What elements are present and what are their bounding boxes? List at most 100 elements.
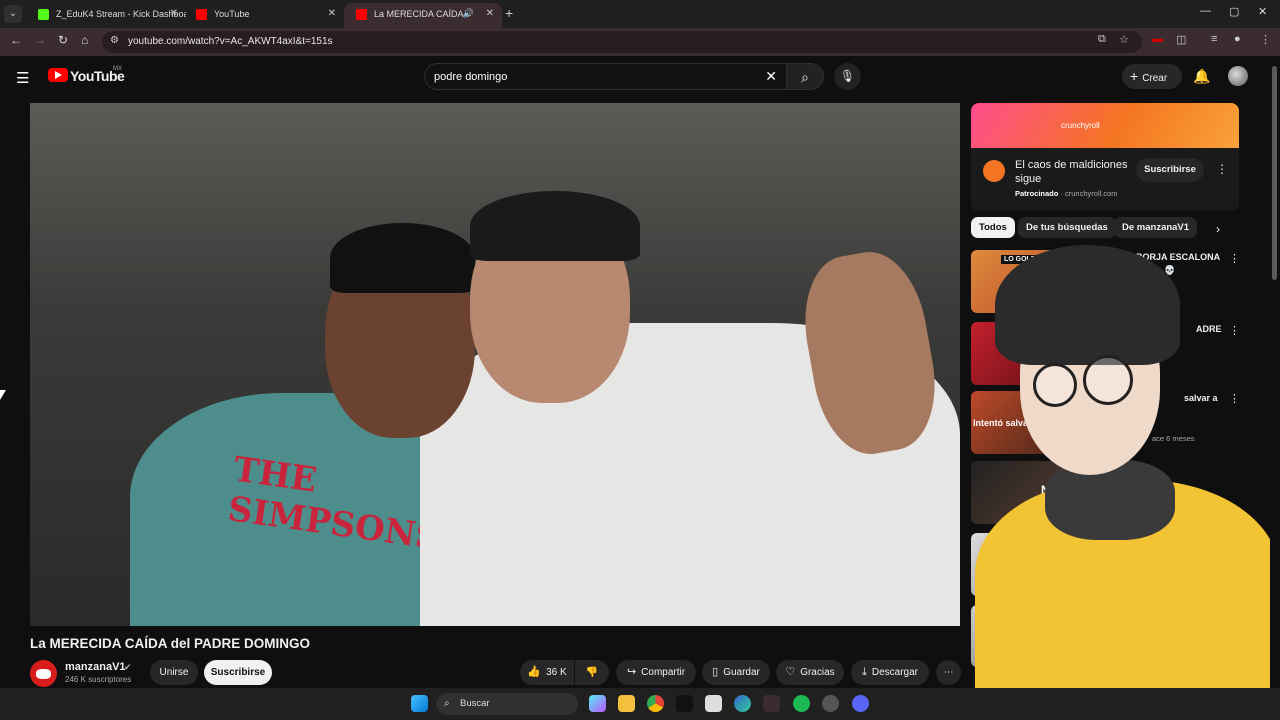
video-frame: THE SIMPSONS	[30, 103, 960, 626]
browser-tab-kick[interactable]: Z_EduK4 Stream - Kick Dashboa ✕	[26, 3, 186, 28]
more-options-icon[interactable]: ⋮	[1216, 162, 1228, 176]
windows-start-icon[interactable]	[411, 695, 428, 712]
ad-card: El caos de maldiciones sigue Patrocinado…	[971, 148, 1239, 211]
youtube-favicon-icon	[356, 9, 367, 20]
create-label: Crear	[1142, 73, 1168, 84]
obs-icon[interactable]	[822, 695, 839, 712]
reload-icon[interactable]: ↻	[58, 33, 68, 47]
tiktok-icon[interactable]	[676, 695, 693, 712]
thumbs-up-icon: 👍	[527, 666, 542, 678]
vtuber-glasses-left	[1033, 363, 1077, 407]
share-button[interactable]: ↪ Compartir	[616, 660, 696, 685]
discord-icon[interactable]	[852, 695, 869, 712]
crunchyroll-logo-icon[interactable]	[983, 160, 1005, 182]
video-player[interactable]: THE SIMPSONS	[30, 103, 960, 626]
browser-toolbar: ← → ↻ ⌂ ⚙ youtube.com/watch?v=Ac_AKWT4ax…	[0, 28, 1280, 56]
account-avatar[interactable]	[1228, 66, 1248, 86]
tab-title: La MERECIDA CAÍDA del PA	[374, 9, 469, 19]
extension-icon[interactable]: ▬	[1152, 33, 1163, 45]
thanks-label: Gracias	[800, 667, 835, 678]
taskbar-search[interactable]: ⌕ Buscar	[436, 693, 578, 715]
dislike-button[interactable]: 👎	[575, 660, 609, 685]
download-button[interactable]: ⤓ Descargar	[851, 660, 929, 685]
audio-playing-icon[interactable]: 🔊	[463, 8, 474, 19]
chrome-menu-icon[interactable]: ⋮	[1260, 33, 1271, 46]
ad-brand: crunchyroll	[1061, 121, 1100, 130]
close-icon[interactable]: ✕	[486, 8, 494, 19]
close-icon[interactable]: ✕	[170, 8, 178, 19]
spotify-icon[interactable]	[793, 695, 810, 712]
clear-search-icon[interactable]: ✕	[765, 68, 777, 85]
video-person-right-hair	[470, 191, 640, 261]
youtube-header: ☰ YouTube MX podre domingo ✕ ⌕ 🎙 + Crear …	[0, 56, 1270, 98]
voice-search-button[interactable]: 🎙	[834, 63, 861, 90]
chip-from-channel[interactable]: De manzanaV1	[1114, 217, 1198, 238]
url-text: youtube.com/watch?v=Ac_AKWT4axI&t=151s	[128, 36, 333, 47]
minimize-button[interactable]: —	[1200, 5, 1211, 17]
search-input[interactable]: podre domingo ✕	[424, 63, 788, 90]
youtube-favicon-icon	[196, 9, 207, 20]
notifications-bell-icon[interactable]: 🔔	[1193, 68, 1210, 85]
menu-icon[interactable]: ☰	[16, 69, 29, 87]
close-icon[interactable]: ✕	[328, 8, 336, 19]
app-icon[interactable]	[705, 695, 722, 712]
chip-from-searches[interactable]: De tus búsquedas	[1018, 217, 1116, 238]
subscriber-count: 246 K suscriptores	[65, 675, 132, 684]
more-actions-button[interactable]: ⋯	[936, 660, 961, 685]
kick-favicon-icon	[38, 9, 49, 20]
address-bar[interactable]: ⚙ youtube.com/watch?v=Ac_AKWT4axI&t=151s	[102, 31, 1142, 53]
download-icon: ⤓	[861, 666, 867, 678]
media-control-icon[interactable]: ≡	[1211, 33, 1217, 45]
share-icon: ↪	[626, 666, 637, 678]
vtuber-glasses-right	[1083, 355, 1133, 405]
windows-taskbar: ⌕ Buscar	[0, 688, 1280, 720]
subscribe-button[interactable]: Suscribirse	[204, 660, 272, 685]
country-code: MX	[113, 66, 122, 72]
download-label: Descargar	[871, 667, 918, 678]
youtube-logo-icon[interactable]	[48, 68, 68, 82]
tab-search-button[interactable]: ⌄	[4, 5, 22, 23]
maximize-button[interactable]: ▢	[1229, 5, 1239, 18]
save-button[interactable]: ▯ Guardar	[702, 660, 770, 685]
install-app-icon[interactable]: ⧉	[1098, 33, 1106, 46]
ad-banner[interactable]: crunchyroll	[971, 103, 1239, 148]
app-icon[interactable]	[763, 695, 780, 712]
extensions-puzzle-icon[interactable]: ◫	[1176, 33, 1186, 46]
thanks-button[interactable]: ♡ Gracias	[776, 660, 844, 685]
bookmark-star-icon[interactable]: ☆	[1119, 33, 1129, 46]
new-tab-button[interactable]: +	[505, 5, 513, 21]
file-explorer-icon[interactable]	[618, 695, 635, 712]
thumbs-down-icon: 👎	[585, 667, 599, 678]
browser-tab-strip: ⌄ Z_EduK4 Stream - Kick Dashboa ✕ YouTub…	[0, 0, 1280, 28]
browser-tab-video[interactable]: La MERECIDA CAÍDA del PA 🔊 ✕	[344, 3, 502, 28]
vtuber-avatar-overlay	[975, 245, 1280, 690]
like-button[interactable]: 👍 36 K	[520, 660, 574, 685]
chip-all[interactable]: Todos	[971, 217, 1015, 238]
search-button[interactable]: ⌕	[786, 63, 824, 90]
edge-icon[interactable]	[734, 695, 751, 712]
browser-tab-youtube[interactable]: YouTube ✕	[184, 3, 344, 28]
chevron-right-icon[interactable]: ›	[1216, 222, 1220, 236]
search-icon: ⌕	[801, 69, 809, 85]
ad-domain: crunchyroll.com	[1065, 189, 1118, 198]
more-icon: ⋯	[943, 667, 954, 678]
create-button[interactable]: + Crear	[1122, 64, 1182, 89]
tab-title: Z_EduK4 Stream - Kick Dashboa	[56, 9, 186, 19]
channel-name[interactable]: manzanaV1	[65, 661, 126, 673]
forward-icon[interactable]: →	[34, 33, 46, 47]
site-info-icon[interactable]: ⚙	[110, 35, 119, 46]
copilot-icon[interactable]	[589, 695, 606, 712]
chrome-icon[interactable]	[647, 695, 664, 712]
home-icon[interactable]: ⌂	[81, 33, 88, 47]
microphone-icon: 🎙	[839, 69, 856, 83]
ad-title[interactable]: El caos de maldiciones sigue	[1015, 158, 1135, 186]
profile-icon[interactable]: ●	[1234, 33, 1241, 45]
verified-badge-icon: ✔	[124, 662, 132, 672]
scrollbar-thumb[interactable]	[1272, 66, 1277, 280]
join-button[interactable]: Unirse	[150, 660, 198, 685]
channel-avatar[interactable]	[30, 660, 57, 687]
close-window-button[interactable]: ✕	[1258, 5, 1267, 18]
mouse-cursor	[0, 390, 6, 400]
back-icon[interactable]: ←	[10, 33, 22, 47]
ad-subscribe-button[interactable]: Suscribirse	[1136, 158, 1204, 182]
